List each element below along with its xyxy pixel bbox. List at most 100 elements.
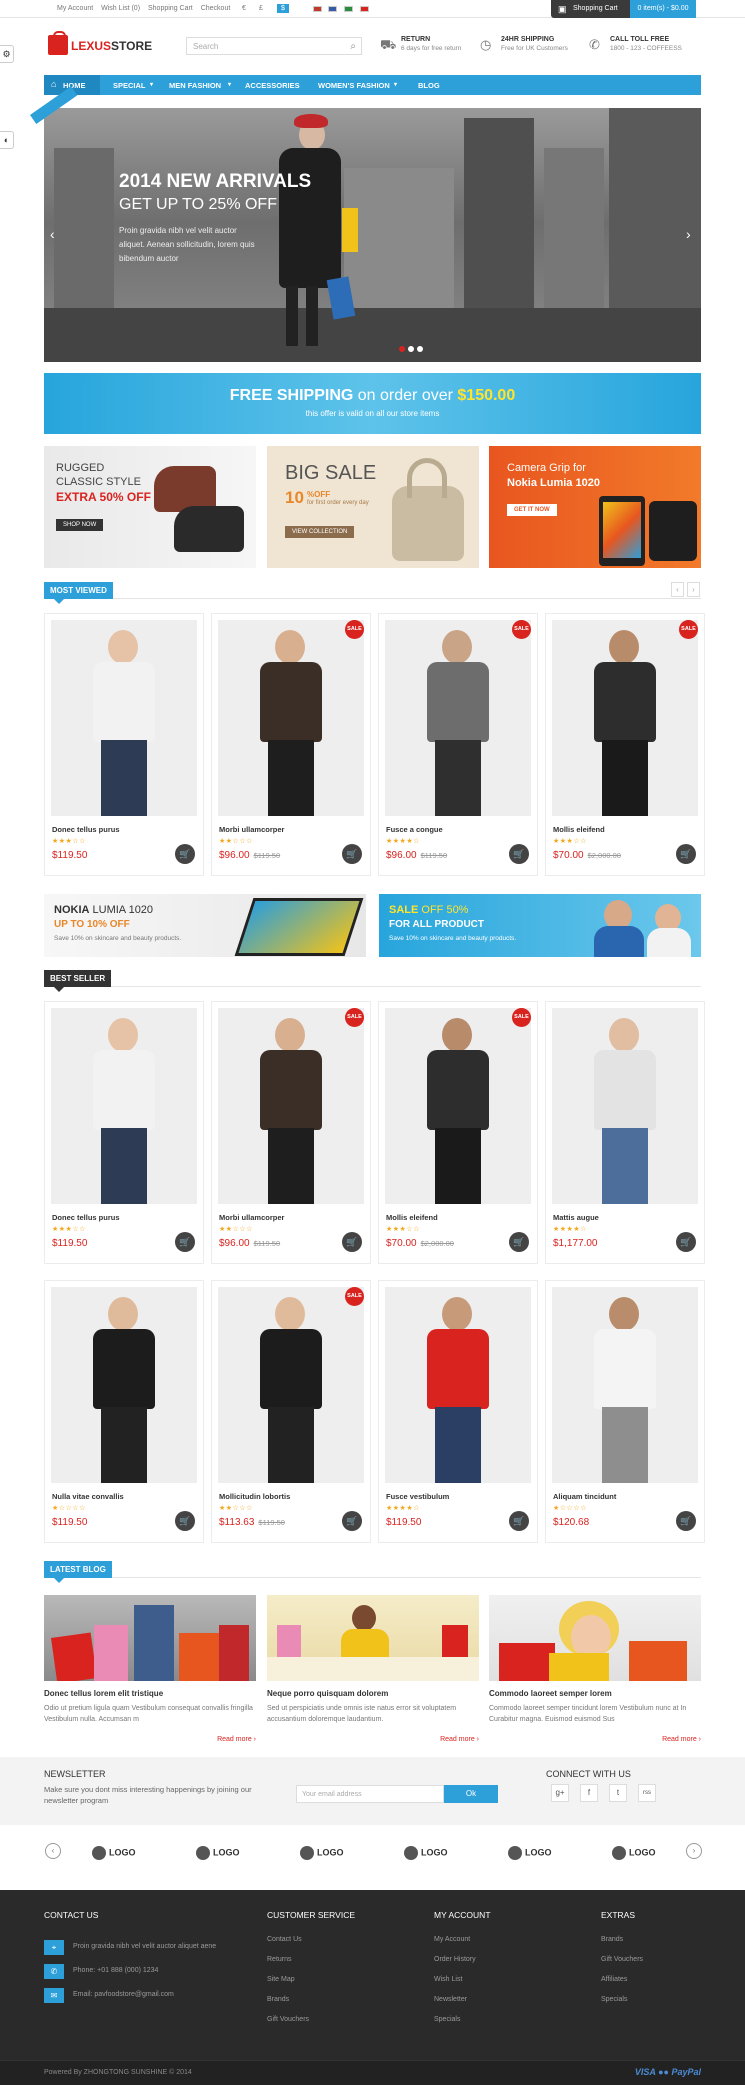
product-card[interactable]: Aliquam tincidunt ★☆☆☆☆ $120.68 🛒	[545, 1280, 705, 1543]
add-to-cart-icon[interactable]: 🛒	[509, 1511, 529, 1531]
product-card[interactable]: Fusce vestibulum ★★★★☆ $119.50 🛒	[378, 1280, 538, 1543]
slider-dot[interactable]	[399, 346, 405, 352]
product-image[interactable]	[218, 1287, 364, 1483]
footer-link[interactable]: Brands	[267, 1990, 355, 2010]
footer-link[interactable]: Site Map	[267, 1970, 355, 1990]
currency-pound[interactable]: £	[259, 5, 263, 12]
product-card[interactable]: SALE Fusce a congue ★★★★☆ $96.00 $119.50 🛒	[378, 613, 538, 876]
product-name[interactable]: Mattis augue	[553, 1213, 599, 1222]
product-name[interactable]: Mollis eleifend	[386, 1213, 438, 1222]
read-more-link[interactable]: Read more ›	[662, 1736, 701, 1743]
product-card[interactable]: SALE Mollicitudin lobortis ★★☆☆☆ $113.63 $11…	[211, 1280, 371, 1543]
add-to-cart-icon[interactable]: 🛒	[676, 1232, 696, 1252]
blog-post[interactable]: Commodo laoreet semper lorem Commodo lao…	[489, 1595, 701, 1745]
flag-ae-icon[interactable]	[344, 6, 353, 12]
shopping-cart-link[interactable]: Shopping Cart	[148, 5, 193, 12]
product-name[interactable]: Morbi ullamcorper	[219, 825, 284, 834]
footer-link[interactable]: My Account	[434, 1930, 491, 1950]
footer-link[interactable]: Specials	[434, 2010, 491, 2030]
product-image[interactable]	[552, 620, 698, 816]
product-card[interactable]: SALE Mollis eleifend ★★★☆☆ $70.00 $2,000.00 🛒	[545, 613, 705, 876]
add-to-cart-icon[interactable]: 🛒	[342, 844, 362, 864]
logos-next-icon[interactable]: ›	[686, 1843, 702, 1859]
promo-big-sale[interactable]: BIG SALE 10 %OFF for first order every d…	[267, 446, 479, 568]
search-input[interactable]: Search ⌕	[186, 37, 362, 55]
newsletter-email-input[interactable]: Your email address	[296, 1785, 444, 1803]
product-name[interactable]: Donec tellus purus	[52, 1213, 120, 1222]
slider-next-icon[interactable]: ›	[686, 226, 691, 242]
add-to-cart-icon[interactable]: 🛒	[342, 1232, 362, 1252]
product-name[interactable]: Nulla vitae convallis	[52, 1492, 124, 1501]
product-name[interactable]: Fusce vestibulum	[386, 1492, 449, 1501]
product-card[interactable]: Nulla vitae convallis ★☆☆☆☆ $119.50 🛒	[44, 1280, 204, 1543]
brand-logo[interactable]: LOGO	[508, 1846, 552, 1860]
read-more-link[interactable]: Read more ›	[440, 1736, 479, 1743]
footer-link[interactable]: Gift Vouchers	[601, 1950, 643, 1970]
product-card[interactable]: SALE Morbi ullamcorper ★★☆☆☆ $96.00 $119.50 🛒	[211, 613, 371, 876]
product-name[interactable]: Morbi ullamcorper	[219, 1213, 284, 1222]
footer-link[interactable]: Gift Vouchers	[267, 2010, 355, 2030]
blog-image[interactable]	[44, 1595, 256, 1681]
prev-icon[interactable]: ‹	[671, 582, 684, 597]
product-card[interactable]: Donec tellus purus ★★★☆☆ $119.50 🛒	[44, 1001, 204, 1264]
product-image[interactable]	[51, 620, 197, 816]
blog-title[interactable]: Neque porro quisquam dolorem	[267, 1689, 388, 1698]
product-card[interactable]: SALE Mollis eleifend ★★★☆☆ $70.00 $2,000.00 🛒	[378, 1001, 538, 1264]
footer-link[interactable]: Specials	[601, 1990, 643, 2010]
rss-icon[interactable]: rss	[638, 1784, 656, 1802]
banner-sale-50[interactable]: SALE OFF 50% FOR ALL PRODUCT Save 10% on…	[379, 894, 701, 957]
footer-link[interactable]: Wish List	[434, 1970, 491, 1990]
banner-nokia-lumia[interactable]: NOKIA LUMIA 1020 UP TO 10% OFF Save 10% …	[44, 894, 366, 957]
slider-prev-icon[interactable]: ‹	[50, 226, 55, 242]
product-image[interactable]	[51, 1287, 197, 1483]
cart-amount[interactable]: 0 item(s) - $0.00	[630, 0, 696, 18]
product-image[interactable]	[385, 1287, 531, 1483]
currency-euro[interactable]: €	[242, 5, 246, 12]
product-name[interactable]: Aliquam tincidunt	[553, 1492, 616, 1501]
footer-link[interactable]: Order History	[434, 1950, 491, 1970]
checkout-link[interactable]: Checkout	[201, 5, 231, 12]
product-image[interactable]	[385, 1008, 531, 1204]
add-to-cart-icon[interactable]: 🛒	[175, 1511, 195, 1531]
product-image[interactable]	[385, 620, 531, 816]
blog-title[interactable]: Commodo laoreet semper lorem	[489, 1689, 612, 1698]
promo-nokia[interactable]: Camera Grip for Nokia Lumia 1020 GET IT …	[489, 446, 701, 568]
add-to-cart-icon[interactable]: 🛒	[175, 844, 195, 864]
brand-logo[interactable]: LOGO	[196, 1846, 240, 1860]
flag-de-icon[interactable]	[328, 6, 337, 12]
footer-link[interactable]: Contact Us	[267, 1930, 355, 1950]
search-icon[interactable]: ⌕	[350, 41, 356, 52]
product-name[interactable]: Mollis eleifend	[553, 825, 605, 834]
twitter-icon[interactable]: t	[609, 1784, 627, 1802]
product-name[interactable]: Fusce a congue	[386, 825, 443, 834]
product-card[interactable]: SALE Morbi ullamcorper ★★☆☆☆ $96.00 $119.50 🛒	[211, 1001, 371, 1264]
view-collection-button[interactable]: VIEW COLLECTION	[285, 526, 355, 538]
flag-uk-icon[interactable]	[313, 6, 322, 12]
theme-settings-tab[interactable]: ⚙	[0, 45, 14, 63]
read-more-link[interactable]: Read more ›	[217, 1736, 256, 1743]
google-plus-icon[interactable]: g+	[551, 1784, 569, 1802]
newsletter-submit-button[interactable]: Ok	[444, 1785, 498, 1803]
product-image[interactable]	[552, 1287, 698, 1483]
add-to-cart-icon[interactable]: 🛒	[676, 844, 696, 864]
blog-image[interactable]	[489, 1595, 701, 1681]
brand-logo[interactable]: LOGO	[92, 1846, 136, 1860]
nav-item-accessories[interactable]: ACCESSORIES	[245, 81, 300, 90]
my-account-link[interactable]: My Account	[57, 5, 93, 12]
product-card[interactable]: Donec tellus purus ★★★☆☆ $119.50 🛒	[44, 613, 204, 876]
nav-item-blog[interactable]: BLOG	[418, 81, 440, 90]
add-to-cart-icon[interactable]: 🛒	[676, 1511, 696, 1531]
contact-email[interactable]: Email: pavfoodstore@gmail.com	[73, 1991, 174, 1998]
product-image[interactable]	[51, 1008, 197, 1204]
promo-rugged[interactable]: RUGGED CLASSIC STYLE EXTRA 50% OFF SHOP …	[44, 446, 256, 568]
wishlist-link[interactable]: Wish List (0)	[101, 5, 140, 12]
product-image[interactable]	[218, 620, 364, 816]
blog-post[interactable]: Neque porro quisquam dolorem Sed ut pers…	[267, 1595, 479, 1745]
footer-link[interactable]: Brands	[601, 1930, 643, 1950]
blog-image[interactable]	[267, 1595, 479, 1681]
currency-dollar[interactable]: $	[277, 4, 289, 13]
nav-item-special[interactable]: SPECIAL	[113, 81, 146, 90]
shop-now-button[interactable]: SHOP NOW	[56, 519, 104, 531]
product-name[interactable]: Mollicitudin lobortis	[219, 1492, 290, 1501]
hero-slider[interactable]: 2014 NEW ARRIVALS GET UP TO 25% OFF Proi…	[44, 108, 701, 362]
